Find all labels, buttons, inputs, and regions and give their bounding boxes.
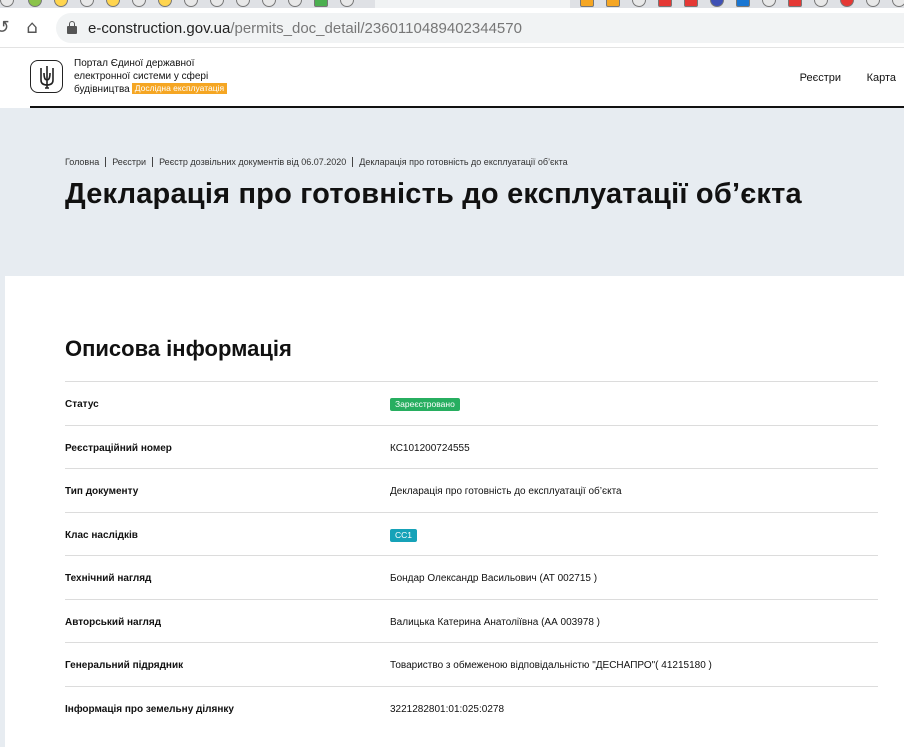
tab-favicon[interactable] bbox=[340, 0, 354, 7]
tab-favicon[interactable] bbox=[28, 0, 42, 7]
tab-favicon[interactable] bbox=[866, 0, 880, 7]
info-label: Статус bbox=[65, 399, 99, 410]
info-row-status: Статус Зареєстровано bbox=[65, 381, 878, 425]
info-table: Статус Зареєстровано Реєстраційний номер… bbox=[65, 381, 878, 729]
site-header: Портал Єдиної державної електронної сист… bbox=[0, 48, 904, 106]
page-title: Декларація про готовність до експлуатаці… bbox=[65, 178, 802, 210]
info-row-document-type: Тип документу Декларація про готовність … bbox=[65, 468, 878, 512]
tab-favicon[interactable] bbox=[684, 0, 698, 7]
info-value: Товариство з обмеженою відповідальністю … bbox=[390, 660, 712, 671]
tab-favicon[interactable] bbox=[710, 0, 724, 7]
url-host: e-construction.gov.ua bbox=[88, 20, 231, 37]
tab-favicon[interactable] bbox=[658, 0, 672, 7]
breadcrumb: Головна Реєстри Реєстр дозвільних документ… bbox=[65, 157, 568, 167]
info-row-land-plot: Інформація про земельну ділянку 32212828… bbox=[65, 685, 878, 730]
tab-favicon[interactable] bbox=[892, 0, 904, 7]
info-value: Декларація про готовність до експлуатаці… bbox=[390, 486, 622, 497]
status-badge: Зареєстровано bbox=[390, 398, 460, 411]
tab-favicon[interactable] bbox=[580, 0, 594, 7]
info-row-registration-number: Реєстраційний номер КС101200724555 bbox=[65, 424, 878, 469]
tab-favicon[interactable] bbox=[814, 0, 828, 7]
tab-favicon[interactable] bbox=[106, 0, 120, 7]
info-label: Тип документу bbox=[65, 486, 139, 497]
home-icon[interactable]: ⌂ bbox=[22, 18, 42, 38]
portal-name[interactable]: Портал Єдиної державної електронної сист… bbox=[74, 58, 264, 97]
trident-icon[interactable] bbox=[30, 60, 63, 93]
tab-favicon[interactable] bbox=[840, 0, 854, 7]
tab-favicon[interactable] bbox=[788, 0, 802, 7]
url-field[interactable]: e-construction.gov.ua/permits_doc_detail… bbox=[56, 13, 904, 43]
tab-favicon[interactable] bbox=[288, 0, 302, 7]
active-tab[interactable] bbox=[375, 0, 570, 8]
breadcrumb-home[interactable]: Головна bbox=[65, 157, 99, 167]
tab-favicon[interactable] bbox=[54, 0, 68, 7]
nav-registries[interactable]: Реєстри bbox=[800, 72, 841, 84]
url-path: /permits_doc_detail/2360110489402344570 bbox=[230, 20, 522, 37]
nav-map[interactable]: Карта bbox=[867, 72, 896, 84]
tab-favicon[interactable] bbox=[262, 0, 276, 7]
tab-favicon[interactable] bbox=[210, 0, 224, 7]
tab-favicon[interactable] bbox=[80, 0, 94, 7]
tab-favicon[interactable] bbox=[236, 0, 250, 7]
info-label: Інформація про земельну ділянку bbox=[65, 703, 234, 715]
tab-favicon[interactable] bbox=[762, 0, 776, 7]
pilot-badge: Дослідна експлуатація bbox=[131, 83, 228, 94]
tab-favicon[interactable] bbox=[0, 0, 14, 7]
tab-favicon[interactable] bbox=[184, 0, 198, 7]
address-bar: ↺ ⌂ e-construction.gov.ua/permits_doc_de… bbox=[0, 8, 904, 48]
info-label: Реєстраційний номер bbox=[65, 442, 172, 454]
url-text[interactable]: e-construction.gov.ua/permits_doc_detail… bbox=[88, 20, 522, 37]
section-title: Описова інформація bbox=[65, 336, 292, 361]
tab-favicon[interactable] bbox=[736, 0, 750, 7]
info-value: Валицька Катерина Анатоліївна (АА 003978… bbox=[390, 616, 601, 628]
info-row-general-contractor: Генеральний підрядник Товариство з обмеж… bbox=[65, 642, 878, 686]
info-value: КС101200724555 bbox=[390, 442, 470, 454]
browser-tab-strip bbox=[0, 0, 904, 8]
info-label: Технічний нагляд bbox=[65, 573, 152, 584]
lock-icon bbox=[67, 21, 77, 34]
page-hero: Головна Реєстри Реєстр дозвільних документ… bbox=[5, 108, 904, 276]
info-row-author-supervision: Авторський нагляд Валицька Катерина Анат… bbox=[65, 598, 878, 643]
tab-favicon[interactable] bbox=[632, 0, 646, 7]
info-label: Авторський нагляд bbox=[65, 616, 162, 628]
info-row-consequence-class: Клас наслідків СС1 bbox=[65, 511, 878, 556]
portal-name-line1: Портал Єдиної державної bbox=[74, 58, 195, 69]
info-row-technical-supervision: Технічний нагляд Бондар Олександр Василь… bbox=[65, 555, 878, 599]
info-value: Бондар Олександр Васильович (АТ 002715 ) bbox=[390, 573, 598, 584]
info-label: Генеральний підрядник bbox=[65, 660, 184, 671]
tab-favicon[interactable] bbox=[158, 0, 172, 7]
tab-favicon[interactable] bbox=[606, 0, 620, 7]
info-label: Клас наслідків bbox=[65, 529, 138, 541]
breadcrumb-current: Декларація про готовність до експлуатаці… bbox=[359, 157, 568, 167]
portal-name-line2: електронної системи у сфері bbox=[74, 70, 209, 82]
back-icon[interactable]: ↺ bbox=[0, 18, 12, 38]
breadcrumb-permit-registry[interactable]: Реєстр дозвільних документів від 06.07.2… bbox=[159, 157, 346, 167]
portal-name-line3: будівництва bbox=[74, 84, 130, 95]
breadcrumb-registries[interactable]: Реєстри bbox=[112, 157, 146, 167]
info-value: 3221282801:01:025:0278 bbox=[390, 703, 505, 715]
class-badge: СС1 bbox=[390, 528, 418, 542]
tab-favicon[interactable] bbox=[132, 0, 146, 7]
tab-favicon[interactable] bbox=[314, 0, 328, 7]
